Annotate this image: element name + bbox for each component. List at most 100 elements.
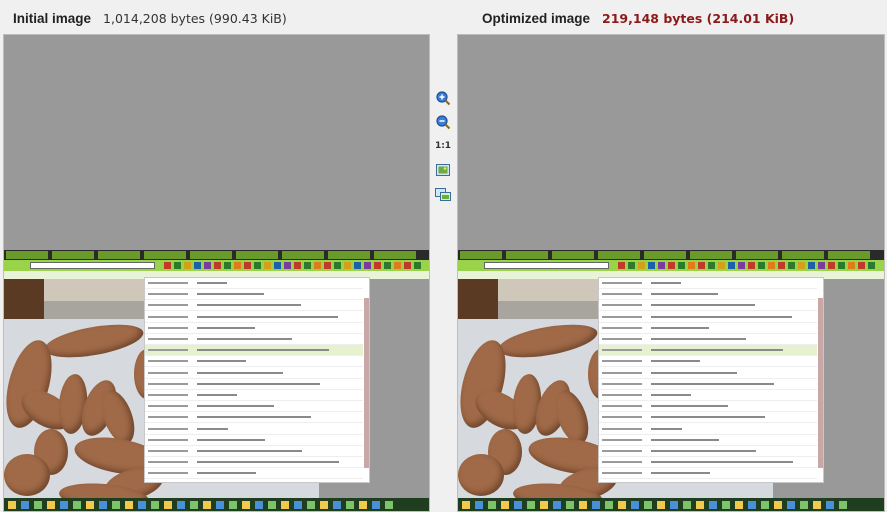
dialog-row-key xyxy=(602,315,642,318)
dialog-row-key xyxy=(148,450,188,452)
toolbar-icon xyxy=(838,262,845,269)
dialog-row-value xyxy=(651,405,728,408)
toolbar-icon xyxy=(618,262,625,269)
fit-to-window-button[interactable] xyxy=(433,160,453,180)
browser-tab xyxy=(190,251,232,259)
taskbar-icon xyxy=(540,501,548,509)
dialog-row xyxy=(145,401,363,413)
taskbar-icon xyxy=(8,501,16,509)
initial-image-pane[interactable] xyxy=(3,34,430,512)
dialog-row-value xyxy=(197,338,292,340)
dialog-row-key xyxy=(602,304,642,307)
dialog-row-key xyxy=(148,293,188,296)
toolbar-icon xyxy=(728,262,735,269)
dialog-row xyxy=(599,312,817,323)
compare-view-button[interactable] xyxy=(433,184,453,204)
dialog-row xyxy=(145,468,363,480)
taskbar-icon xyxy=(670,501,678,509)
dialog-row-value xyxy=(197,360,246,363)
taskbar-icon xyxy=(553,501,561,509)
taskbar-icon xyxy=(21,501,29,509)
dialog-row-value xyxy=(651,416,765,419)
toolbar-icon xyxy=(818,262,825,269)
toolbar-icon xyxy=(628,262,635,269)
toolbar-icon xyxy=(174,262,181,269)
dialog-row xyxy=(599,289,817,301)
taskbar-icon xyxy=(86,501,94,509)
dialog-row-key xyxy=(148,427,188,430)
dialog-row xyxy=(145,457,363,469)
dialog-row xyxy=(599,345,817,357)
dialog-row-value xyxy=(197,304,301,307)
taskbar-icon xyxy=(359,501,367,509)
toolbar-icon xyxy=(164,262,171,269)
dialog-row-key xyxy=(602,293,642,296)
taskbar-icon xyxy=(73,501,81,509)
dialog-row xyxy=(599,412,817,424)
dialog-row xyxy=(599,457,817,469)
toolbar-icon xyxy=(284,262,291,269)
browser-tab xyxy=(782,251,824,259)
wood-panel xyxy=(4,279,44,319)
taskbar-icon xyxy=(112,501,120,509)
windows-taskbar xyxy=(458,498,884,511)
dialog-row-value xyxy=(651,293,718,296)
browser-tab xyxy=(52,251,94,259)
optimized-image-pane[interactable] xyxy=(457,34,885,512)
dialog-row xyxy=(599,334,817,345)
toolbar-icon xyxy=(668,262,675,269)
toolbar-icon xyxy=(214,262,221,269)
browser-tab-strip xyxy=(4,250,429,260)
dialog-row-value xyxy=(197,371,283,374)
dialog-row xyxy=(145,435,363,446)
dialog-row xyxy=(599,379,817,390)
taskbar-icon xyxy=(229,501,237,509)
taskbar-icon xyxy=(566,501,574,509)
wood-panel xyxy=(458,279,498,319)
fit-to-window-icon xyxy=(436,164,450,176)
browser-tab xyxy=(144,251,186,259)
toolbar-icon xyxy=(798,262,805,269)
dialog-row xyxy=(145,345,363,357)
toolbar-icon xyxy=(294,262,301,269)
dialog-row xyxy=(599,356,817,368)
dialog-row xyxy=(145,334,363,345)
dialog-row-value xyxy=(651,382,774,385)
browser-tab xyxy=(690,251,732,259)
taskbar-icon xyxy=(294,501,302,509)
dialog-row-key xyxy=(602,472,642,475)
zoom-out-button[interactable] xyxy=(433,112,453,132)
browser-tab xyxy=(282,251,324,259)
taskbar-icon xyxy=(800,501,808,509)
taskbar-icon xyxy=(60,501,68,509)
taskbar-icon xyxy=(644,501,652,509)
dialog-row-key xyxy=(148,461,188,464)
taskbar-icon xyxy=(385,501,393,509)
taskbar-icon xyxy=(255,501,263,509)
toolbar-icon xyxy=(848,262,855,269)
optimized-image-header: Optimized image 219,148 bytes (214.01 Ki… xyxy=(482,0,794,36)
dialog-row-key xyxy=(602,461,642,464)
zoom-in-button[interactable] xyxy=(433,88,453,108)
taskbar-icon xyxy=(527,501,535,509)
dialog-row-value xyxy=(651,326,709,329)
dialog-row xyxy=(599,435,817,446)
toolbar-icon xyxy=(738,262,745,269)
taskbar-icon xyxy=(501,501,509,509)
browser-tab xyxy=(506,251,548,259)
toolbar-icon xyxy=(234,262,241,269)
dialog-row-key xyxy=(148,282,188,284)
taskbar-icon xyxy=(190,501,198,509)
toolbar-icon xyxy=(184,262,191,269)
dialog-row-value xyxy=(197,416,311,419)
taskbar-icon xyxy=(657,501,665,509)
browser-toolbar xyxy=(4,260,429,271)
dialog-row-key xyxy=(602,405,642,408)
taskbar-icon xyxy=(579,501,587,509)
actual-size-button[interactable]: 1:1 xyxy=(433,136,453,156)
dialog-row-key xyxy=(148,371,188,374)
toolbar-icon xyxy=(264,262,271,269)
dialog-row xyxy=(145,300,363,312)
toolbar-icon xyxy=(334,262,341,269)
properties-dialog xyxy=(144,277,370,483)
